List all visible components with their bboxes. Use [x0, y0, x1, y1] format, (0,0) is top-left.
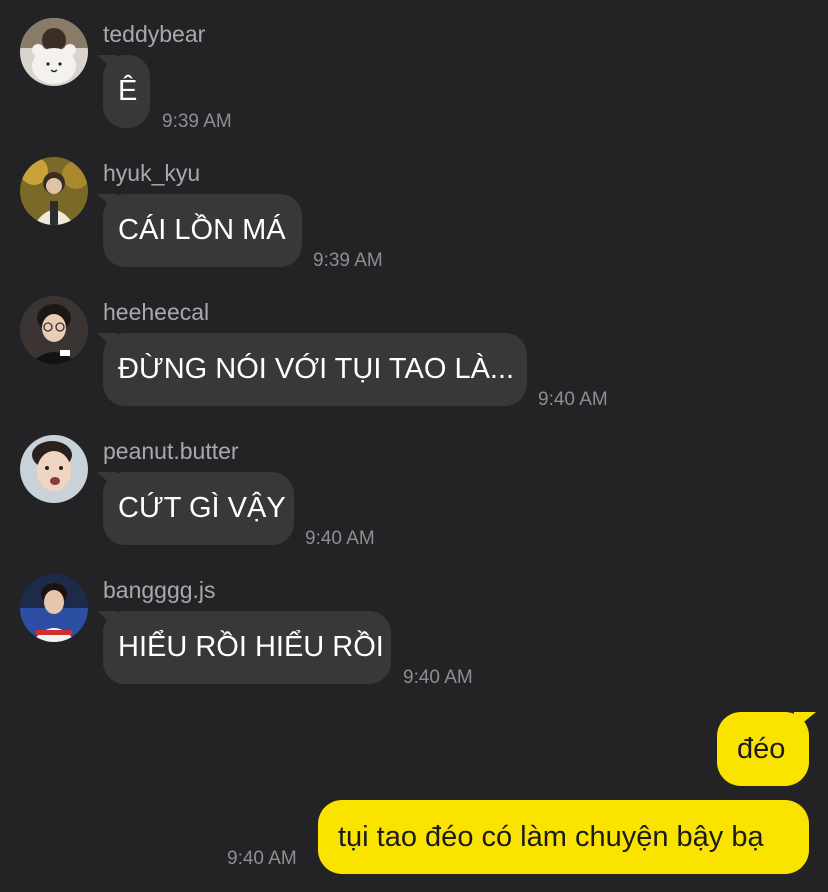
outgoing-message-bubble[interactable]: đéo [717, 712, 809, 786]
chat-window: teddybear Ê 9:39 AM hyuk_kyu CÁI LỒN MÁ … [0, 0, 828, 892]
avatar-bangggg-js[interactable] [20, 574, 88, 642]
message-bubble[interactable]: Ê [103, 55, 150, 128]
message-time: 9:40 AM [305, 528, 375, 549]
white-bear-plush-icon [20, 18, 88, 86]
outgoing-message-bubble[interactable]: tụi tao đéo có làm chuyện bậy bạ [318, 800, 809, 874]
person-surprised-icon [20, 435, 88, 503]
message-time: 9:40 AM [403, 667, 473, 688]
sender-name: bangggg.js [103, 577, 216, 603]
sender-name: teddybear [103, 21, 206, 47]
person-autumn-photo-icon [20, 157, 88, 225]
avatar-peanut-butter[interactable] [20, 435, 88, 503]
message-bubble[interactable]: HIỂU RỒI HIỂU RỒI [103, 611, 391, 684]
avatar-hyuk-kyu[interactable] [20, 157, 88, 225]
message-time: 9:40 AM [227, 848, 297, 869]
message-time: 9:40 AM [538, 389, 608, 410]
message-bubble[interactable]: CỨT GÌ VẬY [103, 472, 294, 545]
message-time: 9:39 AM [162, 111, 232, 132]
sender-name: peanut.butter [103, 438, 239, 464]
person-jersey-icon [20, 574, 88, 642]
sender-name: hyuk_kyu [103, 160, 201, 186]
sender-name: heeheecal [103, 299, 210, 325]
message-bubble[interactable]: CÁI LỒN MÁ [103, 194, 302, 267]
message-time: 9:39 AM [313, 250, 383, 271]
avatar-heeheecal[interactable] [20, 296, 88, 364]
avatar-teddybear[interactable] [20, 18, 88, 86]
person-glasses-icon [20, 296, 88, 364]
message-bubble[interactable]: ĐỪNG NÓI VỚI TỤI TAO LÀ... [103, 333, 527, 406]
